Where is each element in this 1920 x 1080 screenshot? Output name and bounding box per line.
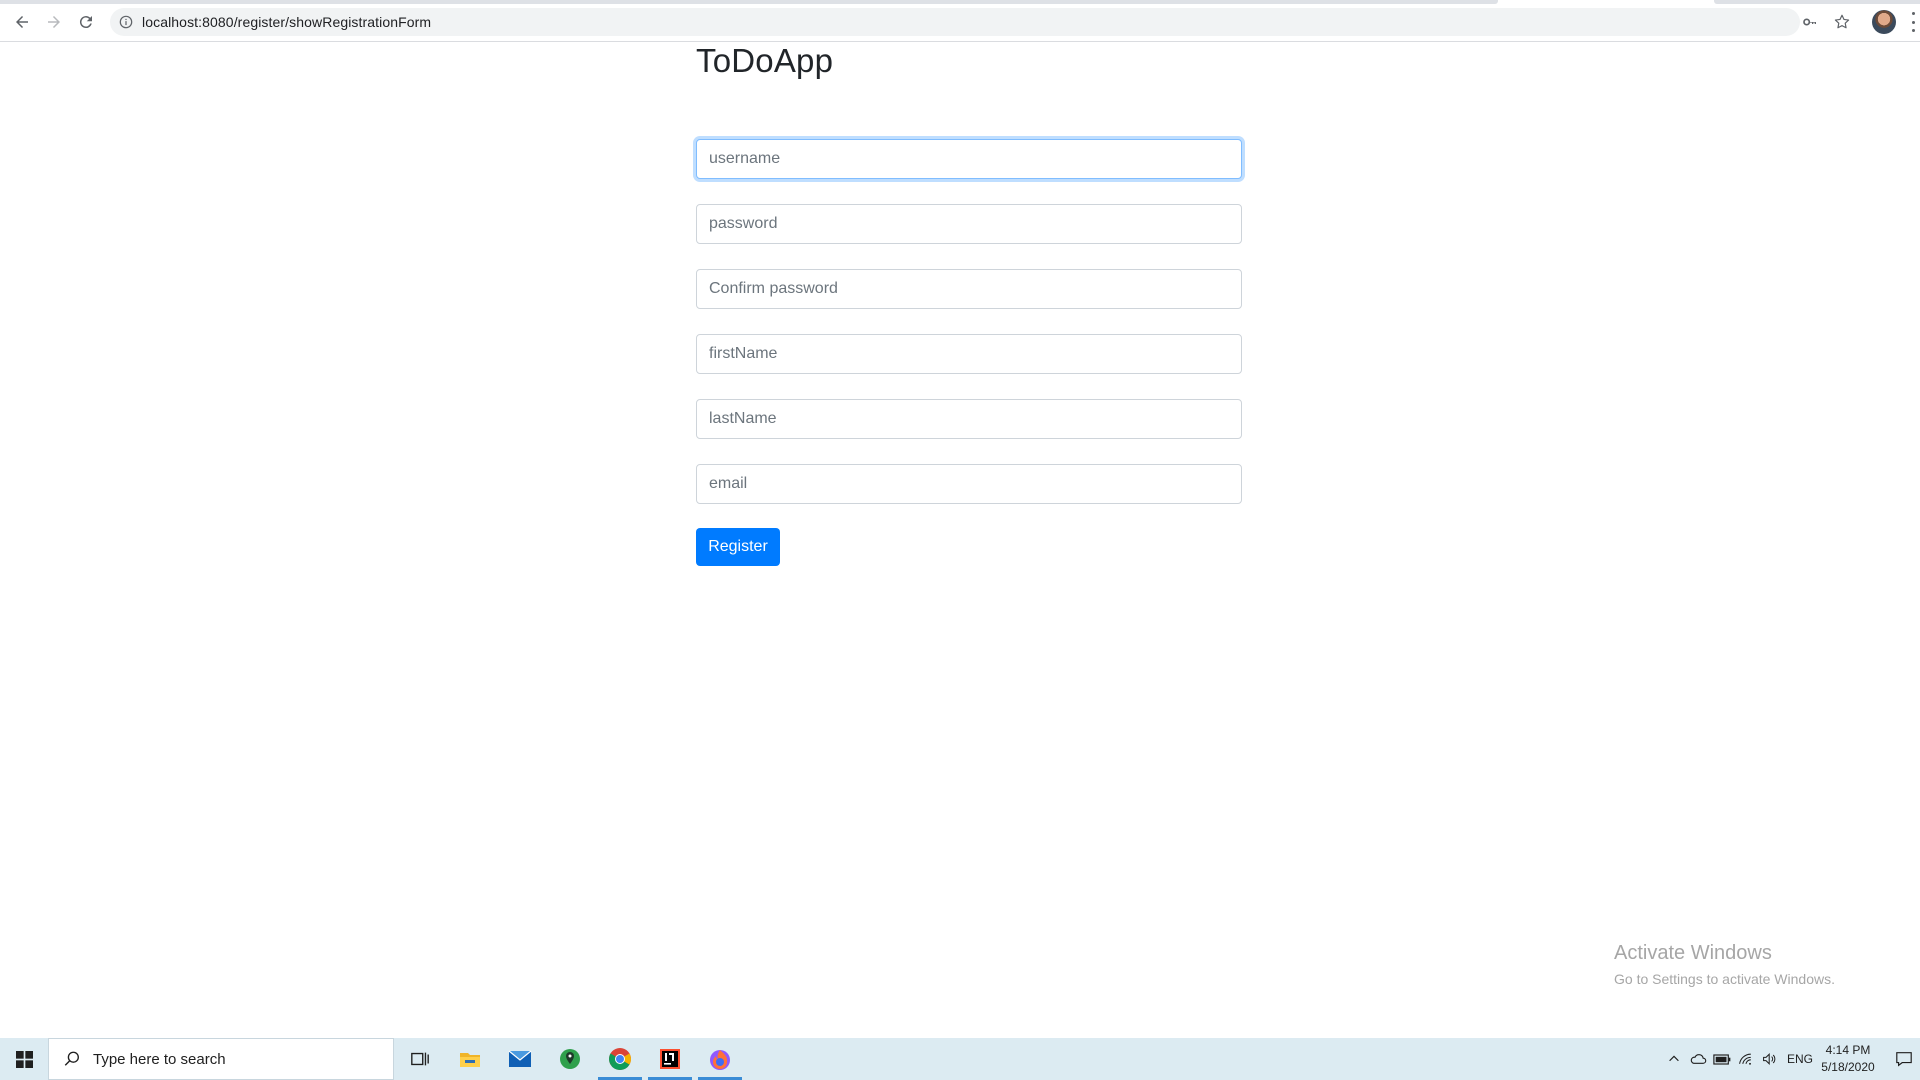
tab-strip-right	[1714, 0, 1920, 4]
back-arrow-icon	[16, 16, 28, 28]
key-icon	[1803, 18, 1816, 26]
windows-logo-icon	[15, 1050, 33, 1068]
task-view-icon[interactable]	[396, 1038, 444, 1080]
start-button[interactable]	[0, 1038, 48, 1080]
password-input[interactable]	[696, 204, 1242, 244]
reload-button[interactable]	[74, 10, 98, 34]
reload-icon	[79, 16, 92, 29]
first-name-input[interactable]	[696, 334, 1242, 374]
back-button[interactable]	[10, 10, 34, 34]
profile-avatar[interactable]	[1872, 10, 1896, 34]
screen: localhost:8080/register/showRegistration…	[0, 0, 1920, 1080]
forward-button[interactable]	[42, 10, 66, 34]
battery-icon[interactable]	[1712, 1038, 1732, 1080]
clock-time: 4:14 PM	[1825, 1043, 1871, 1057]
browser-toolbar: localhost:8080/register/showRegistration…	[0, 0, 1920, 42]
site-info-icon[interactable]	[118, 14, 134, 30]
address-url: localhost:8080/register/showRegistration…	[142, 14, 432, 30]
key-button[interactable]	[1798, 10, 1822, 34]
mail-icon[interactable]	[496, 1038, 544, 1080]
intellij-icon[interactable]	[646, 1038, 694, 1080]
username-input[interactable]	[696, 139, 1242, 179]
clock-date: 5/18/2020	[1821, 1060, 1875, 1074]
chrome-icon[interactable]	[596, 1038, 644, 1080]
taskbar: Type here to search ENG 4:14 PM 5/18/202…	[0, 1038, 1920, 1080]
language-indicator[interactable]: ENG	[1786, 1038, 1814, 1080]
forward-arrow-icon	[48, 16, 60, 28]
email-input[interactable]	[696, 464, 1242, 504]
volume-icon[interactable]	[1760, 1038, 1780, 1080]
register-button[interactable]: Register	[696, 528, 780, 566]
file-explorer-icon[interactable]	[446, 1038, 494, 1080]
taskbar-search-box[interactable]: Type here to search	[48, 1038, 394, 1080]
last-name-input[interactable]	[696, 399, 1242, 439]
activate-windows-watermark: Activate Windows Go to Settings to activ…	[1614, 942, 1835, 987]
onedrive-icon[interactable]	[1688, 1038, 1708, 1080]
watermark-title: Activate Windows	[1614, 942, 1772, 964]
bookmark-button[interactable]	[1830, 10, 1854, 34]
menu-kebab-icon[interactable]	[1910, 12, 1916, 32]
page-title: ToDoApp	[696, 42, 834, 79]
confirm-password-input[interactable]	[696, 269, 1242, 309]
taskbar-search-placeholder: Type here to search	[93, 1050, 226, 1068]
maps-icon[interactable]	[546, 1038, 594, 1080]
tab-strip	[0, 0, 1498, 4]
star-icon	[1834, 14, 1850, 29]
wifi-icon[interactable]	[1736, 1038, 1756, 1080]
address-bar[interactable]: localhost:8080/register/showRegistration…	[110, 8, 1800, 36]
chevron-up-icon[interactable]	[1664, 1038, 1684, 1080]
taskbar-clock[interactable]: 4:14 PM 5/18/2020	[1816, 1042, 1880, 1076]
notification-icon[interactable]	[1888, 1038, 1920, 1080]
watermark-subtitle: Go to Settings to activate Windows.	[1614, 971, 1835, 987]
firefox-dev-icon[interactable]	[696, 1038, 744, 1080]
search-icon	[64, 1051, 79, 1066]
